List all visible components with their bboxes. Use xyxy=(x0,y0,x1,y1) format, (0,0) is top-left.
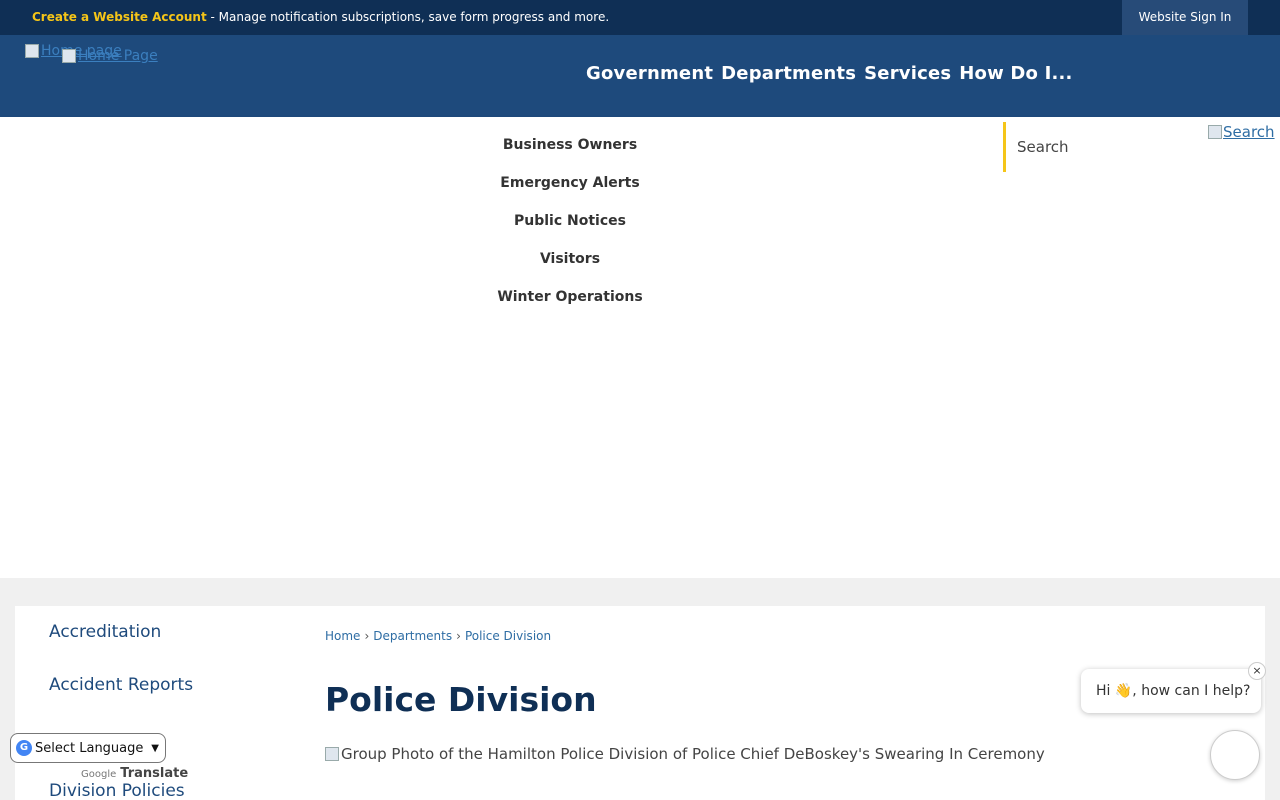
site-header: Home page Home Page Government Departmen… xyxy=(0,35,1280,117)
broken-image-icon xyxy=(325,747,339,761)
sign-in-button[interactable]: Website Sign In xyxy=(1122,0,1248,35)
broken-image-icon xyxy=(25,44,39,58)
quick-link-winter-operations[interactable]: Winter Operations xyxy=(460,287,680,325)
breadcrumb-police-division[interactable]: Police Division xyxy=(465,629,551,643)
account-message: Create a Website Account - Manage notifi… xyxy=(32,0,609,35)
breadcrumb-separator: › xyxy=(364,629,370,643)
language-select-label: Select Language xyxy=(35,740,144,756)
create-account-link[interactable]: Create a Website Account xyxy=(32,10,207,24)
breadcrumb-home[interactable]: Home xyxy=(325,629,360,643)
side-nav-accreditation[interactable]: Accreditation xyxy=(49,622,161,642)
content-card: Accreditation Accident Reports Division … xyxy=(15,606,1265,800)
hero-banner xyxy=(0,328,1280,578)
breadcrumb: Home › Departments › Police Division xyxy=(325,629,551,643)
close-icon[interactable]: × xyxy=(1248,662,1266,680)
home-logo-link-2[interactable]: Home Page xyxy=(62,48,158,64)
nav-services[interactable]: Services xyxy=(864,63,951,84)
group-photo: Group Photo of the Hamilton Police Divis… xyxy=(325,745,1045,763)
search-input[interactable]: Search xyxy=(1003,122,1203,172)
nav-government[interactable]: Government xyxy=(586,63,713,84)
quick-link-emergency-alerts[interactable]: Emergency Alerts xyxy=(460,173,680,211)
side-nav-division-policies[interactable]: Division Policies xyxy=(49,781,185,800)
search-icon xyxy=(1208,125,1222,139)
group-photo-alt: Group Photo of the Hamilton Police Divis… xyxy=(341,745,1045,763)
side-nav-accident-reports[interactable]: Accident Reports xyxy=(49,675,193,695)
page-title: Police Division xyxy=(325,680,597,719)
broken-image-icon xyxy=(62,49,76,63)
translate-link[interactable]: Translate xyxy=(120,766,188,781)
nav-how-do-i[interactable]: How Do I... xyxy=(959,63,1072,84)
search-button[interactable]: Search xyxy=(1208,123,1275,141)
home-logo-alt-2: Home Page xyxy=(78,48,158,64)
language-select[interactable]: G Select Language ▼ xyxy=(10,733,166,763)
search-button-alt: Search xyxy=(1223,123,1275,141)
quick-link-visitors[interactable]: Visitors xyxy=(460,249,680,287)
nav-departments[interactable]: Departments xyxy=(721,63,856,84)
utility-bar: Create a Website Account - Manage notifi… xyxy=(0,0,1280,35)
breadcrumb-separator: › xyxy=(456,629,461,643)
google-translate-icon: G xyxy=(16,740,32,756)
quick-link-public-notices[interactable]: Public Notices xyxy=(460,211,680,249)
chat-greeting[interactable]: Hi 👋, how can I help? xyxy=(1081,669,1261,713)
chat-launcher-button[interactable] xyxy=(1210,730,1260,780)
powered-by-google: Google Translate xyxy=(81,766,188,781)
breadcrumb-departments[interactable]: Departments xyxy=(373,629,452,643)
google-label: Google xyxy=(81,769,117,780)
account-message-text: - Manage notification subscriptions, sav… xyxy=(206,10,610,24)
quick-links-list: Business Owners Emergency Alerts Public … xyxy=(460,135,680,325)
main-nav: Government Departments Services How Do I… xyxy=(586,63,1073,84)
quick-link-business-owners[interactable]: Business Owners xyxy=(460,135,680,173)
chevron-down-icon: ▼ xyxy=(151,742,159,754)
quick-links-panel: Business Owners Emergency Alerts Public … xyxy=(0,117,1280,328)
